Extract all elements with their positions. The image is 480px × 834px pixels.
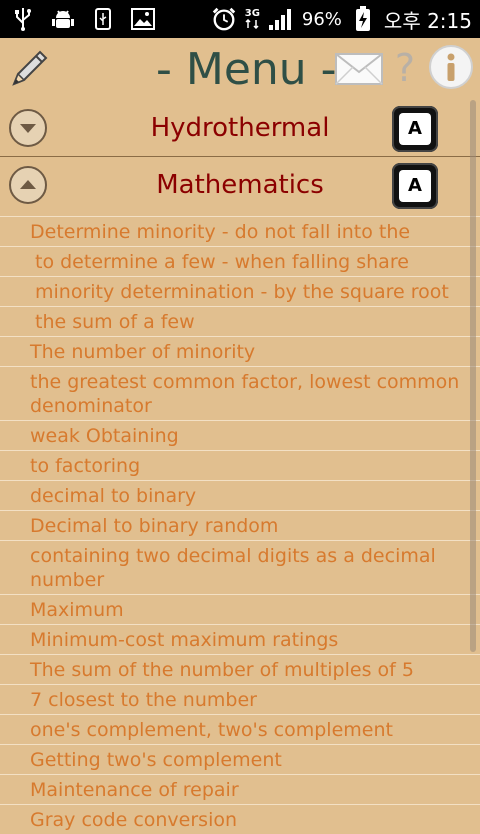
list-item[interactable]: the greatest common factor, lowest commo… xyxy=(0,366,480,420)
battery-percent: 96% xyxy=(301,8,342,30)
info-icon[interactable] xyxy=(428,44,474,90)
page-title: - Menu - xyxy=(156,44,337,95)
list-item[interactable]: 7 closest to the number xyxy=(0,684,480,714)
list-item[interactable]: The number of minority xyxy=(0,336,480,366)
scrollbar[interactable] xyxy=(470,100,476,652)
list-item[interactable]: Getting two's complement xyxy=(0,744,480,774)
menu-header: - Menu - ? xyxy=(0,38,480,100)
usb-storage-icon xyxy=(90,6,116,32)
list-item[interactable]: The sum of the number of multiples of 5 xyxy=(0,654,480,684)
status-bar: 3G 96% 오후 2:15 xyxy=(0,0,480,38)
list-item[interactable]: Maximum xyxy=(0,594,480,624)
list-item[interactable]: to determine a few - when falling share xyxy=(0,246,480,276)
android-debug-icon xyxy=(50,6,76,32)
usb-icon xyxy=(10,6,36,32)
category-mathematics[interactable]: Mathematics A xyxy=(0,157,480,213)
list-item[interactable]: decimal to binary xyxy=(0,480,480,510)
list-item[interactable]: Determine minority - do not fall into th… xyxy=(0,216,480,246)
list-item[interactable]: Decimal to binary random xyxy=(0,510,480,540)
list-item[interactable]: Gray code conversion xyxy=(0,804,480,834)
category-hydrothermal[interactable]: Hydrothermal A xyxy=(0,100,480,157)
clock: 오후 2:15 xyxy=(383,8,472,33)
list-item[interactable]: containing two decimal digits as a decim… xyxy=(0,540,480,594)
list-item[interactable]: one's complement, two's complement xyxy=(0,714,480,744)
font-size-label: A xyxy=(399,170,431,202)
battery-charging-icon xyxy=(350,6,376,32)
topic-list: Determine minority - do not fall into th… xyxy=(0,216,480,834)
list-item[interactable]: to factoring xyxy=(0,450,480,480)
font-size-button[interactable]: A xyxy=(392,106,438,152)
list-item[interactable]: minority determination - by the square r… xyxy=(0,276,480,306)
alarm-icon xyxy=(211,6,237,32)
list-item[interactable]: the sum of a few xyxy=(0,306,480,336)
font-size-button[interactable]: A xyxy=(392,163,438,209)
help-icon[interactable]: ? xyxy=(392,44,418,92)
pencil-icon[interactable] xyxy=(8,46,52,90)
font-size-label: A xyxy=(399,113,431,145)
network-type-indicator: 3G xyxy=(245,9,260,29)
image-icon xyxy=(130,6,156,32)
signal-icon xyxy=(268,6,294,32)
network-type-label: 3G xyxy=(244,8,260,19)
list-item[interactable]: Minimum-cost maximum ratings xyxy=(0,624,480,654)
mail-icon[interactable] xyxy=(334,52,384,86)
list-item[interactable]: weak Obtaining xyxy=(0,420,480,450)
